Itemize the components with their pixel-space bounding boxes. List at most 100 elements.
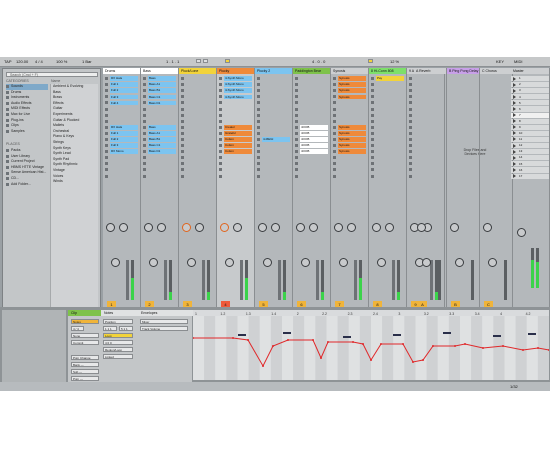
clip-slot[interactable]: Full 4 [103,100,140,106]
clip-slot[interactable] [293,167,330,172]
clip-name[interactable]: 4OOB [300,125,328,130]
scene-launch-icon[interactable] [513,88,516,93]
clip-slot[interactable] [103,161,140,166]
clip-slot[interactable] [369,137,406,142]
clip-stop-icon[interactable] [105,107,108,111]
clip-stop-icon[interactable] [257,131,260,135]
scene-launch[interactable]: 9 [511,124,549,130]
clip-slot[interactable] [369,149,406,154]
clip-stop-icon[interactable] [181,83,184,87]
scene-launch[interactable]: 6 [511,106,549,112]
clip-slot[interactable] [293,82,330,87]
clip-stop-icon[interactable] [257,83,260,87]
clip-stop-icon[interactable] [181,131,184,135]
clip-slot[interactable] [179,82,216,87]
clip-stop-icon[interactable] [143,119,146,123]
clip-name[interactable] [376,137,404,142]
clip-stop-icon[interactable] [333,168,336,172]
return-title[interactable]: A Reverb [414,68,446,74]
clip-stop-icon[interactable] [143,113,146,117]
clip-stop-icon[interactable] [295,168,298,172]
clip-stop-icon[interactable] [333,162,336,166]
clip-stop-icon[interactable] [181,162,184,166]
clip-slot[interactable]: RX Hats [103,76,140,81]
breakpoint[interactable] [272,345,274,347]
clip-stop-icon[interactable] [181,125,184,129]
clip-slot[interactable] [217,174,254,179]
clip-slot[interactable]: 4OOB [293,143,330,148]
clip-slot[interactable] [217,100,254,105]
clip-stop-icon[interactable] [371,89,374,93]
clip-stop-icon[interactable] [257,168,260,172]
clip-slot[interactable] [179,149,216,154]
clip-slot[interactable] [179,167,216,172]
envelopes-section-header[interactable]: Envelopes [138,310,195,316]
clip-stop-icon[interactable] [181,107,184,111]
pan-knob[interactable] [377,258,386,267]
clip-name[interactable] [338,101,366,106]
clip-stop-icon[interactable] [409,89,412,93]
clip-stop-icon[interactable] [105,125,108,129]
scene-launch-icon[interactable] [513,143,516,148]
clip-slot[interactable] [293,155,330,160]
length-field[interactable]: 4 0 0 [103,340,133,345]
clip-stop-icon[interactable] [105,83,108,87]
volume-fader[interactable] [164,260,167,300]
clip-stop-icon[interactable] [371,174,374,178]
clip-stop-icon[interactable] [409,156,412,160]
clip-slot[interactable]: 4-MEGI [255,137,292,142]
clip-stop-icon[interactable] [219,119,222,123]
clip-stop-icon[interactable] [219,77,222,81]
scene-launch-icon[interactable] [513,161,516,166]
midi-note[interactable] [343,336,351,338]
clip-slot[interactable] [369,125,406,130]
clip-name-field[interactable]: Notes [71,319,99,324]
clip-stop-icon[interactable] [371,95,374,99]
clip-name[interactable] [224,119,252,124]
send-a-knob[interactable] [144,223,153,232]
clip-stop-icon[interactable] [333,89,336,93]
clip-stop-icon[interactable] [105,137,108,141]
clip-stop-icon[interactable] [219,113,222,117]
clip-slot[interactable]: 4OOB [293,131,330,136]
scene-launch[interactable]: 17 [511,173,549,179]
clip-stop-icon[interactable] [409,113,412,117]
clip-slot[interactable]: RX Mono [103,149,140,154]
scene-launch-icon[interactable] [513,113,516,118]
clip-stop-icon[interactable] [143,125,146,129]
midi-note[interactable] [443,332,451,334]
clip-name[interactable]: Synosis [338,131,366,136]
clip-stop-icon[interactable] [105,156,108,160]
clip-slot[interactable]: 4-Synth Mono [217,94,254,100]
clip-stop-icon[interactable] [295,156,298,160]
clip-name[interactable] [262,149,290,154]
clip-slot[interactable] [255,155,292,160]
send-b-knob[interactable] [309,223,318,232]
clip-name[interactable] [376,82,404,87]
pan-knob[interactable] [263,258,272,267]
clip-slot[interactable] [255,119,292,124]
clip-stop-icon[interactable] [371,162,374,166]
clip-name[interactable] [186,143,214,148]
track-title[interactable]: Drums [103,68,140,74]
clip-slot[interactable] [293,76,330,81]
clip-stop-icon[interactable] [295,162,298,166]
clip-name[interactable] [186,125,214,130]
send-a-knob[interactable] [372,223,381,232]
clip-name[interactable] [300,88,328,93]
clip-stop-icon[interactable] [219,83,222,87]
clip-slot[interactable] [179,88,216,93]
clip-stop-icon[interactable] [143,168,146,172]
clip-slot[interactable]: Synosis [331,149,368,154]
arrangement-position[interactable]: 1 . 1 . 1 [166,59,179,64]
send-b-knob[interactable] [195,223,204,232]
clip-name[interactable] [186,76,214,81]
breakpoint[interactable] [432,345,434,347]
breakpoint[interactable] [327,341,329,343]
clip-slot[interactable] [103,113,140,118]
track-title[interactable]: Plucky [217,68,254,74]
clip-slot[interactable] [255,161,292,166]
browser-search-input[interactable]: Search (Cmd + F) [6,72,98,77]
clip-name[interactable] [376,131,404,136]
breakpoint[interactable] [320,357,322,359]
